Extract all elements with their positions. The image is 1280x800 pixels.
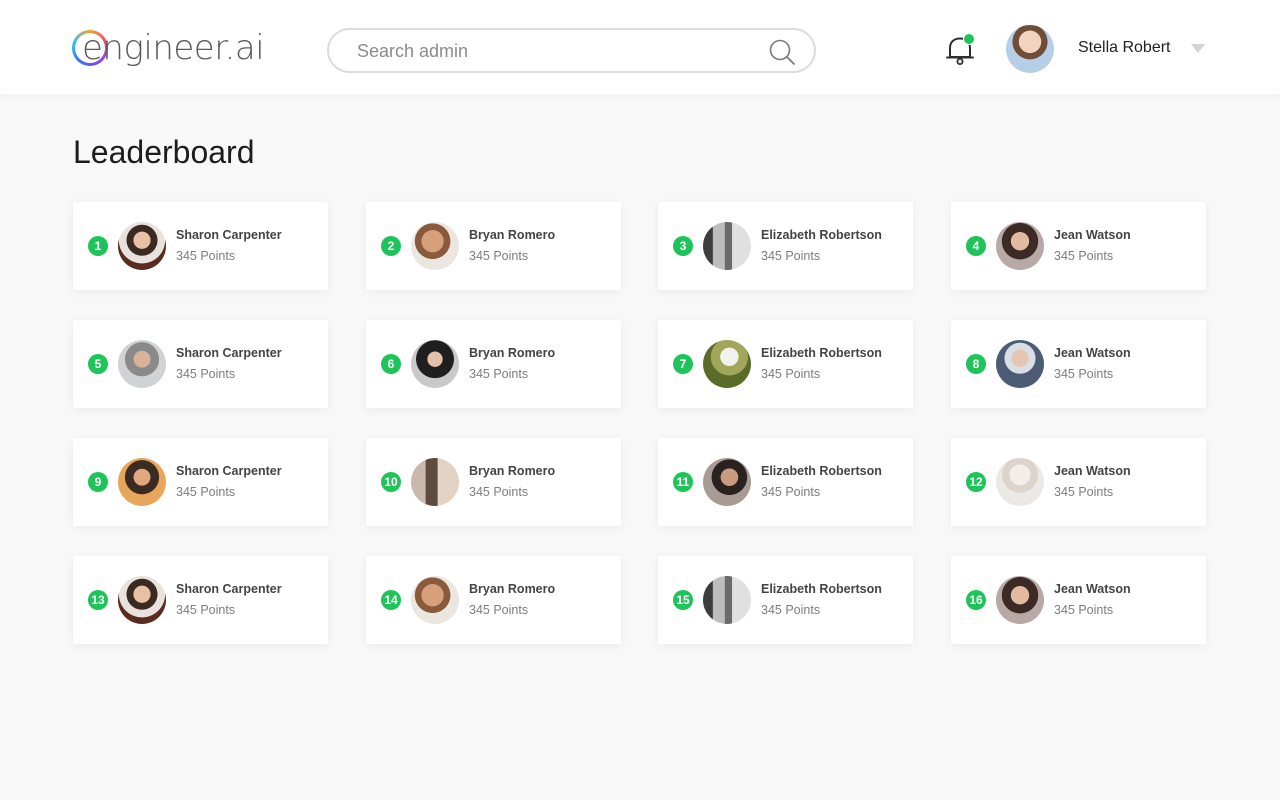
- avatar: [118, 222, 166, 270]
- avatar: [996, 458, 1044, 506]
- avatar: [411, 458, 459, 506]
- avatar: [996, 222, 1044, 270]
- search-icon[interactable]: [768, 38, 796, 66]
- member-points: 345 Points: [761, 485, 821, 499]
- member-name: Elizabeth Robertson: [761, 464, 882, 478]
- member-name: Sharon Carpenter: [176, 228, 282, 242]
- rank-badge: 16: [966, 590, 986, 610]
- avatar: [703, 576, 751, 624]
- search-input[interactable]: [357, 39, 757, 63]
- member-name: Jean Watson: [1054, 464, 1131, 478]
- rank-badge: 12: [966, 472, 986, 492]
- member-points: 345 Points: [469, 603, 529, 617]
- member-name: Sharon Carpenter: [176, 582, 282, 596]
- notification-button[interactable]: [944, 32, 976, 66]
- leaderboard-card[interactable]: 7 Elizabeth Robertson 345 Points: [658, 320, 913, 408]
- member-name: Jean Watson: [1054, 346, 1131, 360]
- leaderboard-card[interactable]: 11 Elizabeth Robertson 345 Points: [658, 438, 913, 526]
- leaderboard-card[interactable]: 3 Elizabeth Robertson 345 Points: [658, 202, 913, 290]
- member-name: Bryan Romero: [469, 582, 556, 596]
- member-name: Bryan Romero: [469, 228, 556, 242]
- member-points: 345 Points: [176, 249, 236, 263]
- avatar: [411, 576, 459, 624]
- user-avatar[interactable]: [1006, 25, 1054, 73]
- logo[interactable]: engineer.ai: [72, 26, 265, 70]
- member-points: 345 Points: [469, 367, 529, 381]
- member-points: 345 Points: [469, 249, 529, 263]
- rank-badge: 4: [966, 236, 986, 256]
- rank-badge: 2: [381, 236, 401, 256]
- rank-badge: 5: [88, 354, 108, 374]
- member-points: 345 Points: [469, 485, 529, 499]
- member-name: Jean Watson: [1054, 228, 1131, 242]
- member-name: Elizabeth Robertson: [761, 346, 882, 360]
- chevron-down-icon[interactable]: [1191, 44, 1205, 53]
- leaderboard-card[interactable]: 15 Elizabeth Robertson 345 Points: [658, 556, 913, 644]
- leaderboard-card[interactable]: 2 Bryan Romero 345 Points: [366, 202, 621, 290]
- member-points: 345 Points: [1054, 485, 1114, 499]
- member-points: 345 Points: [1054, 249, 1114, 263]
- member-points: 345 Points: [1054, 367, 1114, 381]
- member-name: Jean Watson: [1054, 582, 1131, 596]
- member-points: 345 Points: [1054, 603, 1114, 617]
- rank-badge: 7: [673, 354, 693, 374]
- leaderboard-card[interactable]: 6 Bryan Romero 345 Points: [366, 320, 621, 408]
- rank-badge: 10: [381, 472, 401, 492]
- rank-badge: 9: [88, 472, 108, 492]
- member-points: 345 Points: [761, 367, 821, 381]
- page-title: Leaderboard: [73, 134, 255, 170]
- leaderboard-card[interactable]: 10 Bryan Romero 345 Points: [366, 438, 621, 526]
- avatar: [411, 222, 459, 270]
- avatar: [118, 576, 166, 624]
- member-points: 345 Points: [176, 603, 236, 617]
- leaderboard-card[interactable]: 1 Sharon Carpenter 345 Points: [73, 202, 328, 290]
- member-name: Elizabeth Robertson: [761, 582, 882, 596]
- leaderboard-card[interactable]: 5 Sharon Carpenter 345 Points: [73, 320, 328, 408]
- avatar: [703, 458, 751, 506]
- member-name: Sharon Carpenter: [176, 464, 282, 478]
- rank-badge: 3: [673, 236, 693, 256]
- member-name: Sharon Carpenter: [176, 346, 282, 360]
- leaderboard-card[interactable]: 12 Jean Watson 345 Points: [951, 438, 1206, 526]
- user-name[interactable]: Stella Robert: [1078, 39, 1171, 57]
- rank-badge: 11: [673, 472, 693, 492]
- member-name: Bryan Romero: [469, 464, 556, 478]
- leaderboard-card[interactable]: 14 Bryan Romero 345 Points: [366, 556, 621, 644]
- top-bar: engineer.ai Stella Robert: [0, 0, 1280, 94]
- rank-badge: 8: [966, 354, 986, 374]
- rank-badge: 15: [673, 590, 693, 610]
- rank-badge: 6: [381, 354, 401, 374]
- logo-text: engineer.ai: [82, 28, 265, 68]
- member-name: Bryan Romero: [469, 346, 556, 360]
- rank-badge: 13: [88, 590, 108, 610]
- avatar: [118, 340, 166, 388]
- search-box: [327, 28, 816, 73]
- avatar: [411, 340, 459, 388]
- leaderboard-card[interactable]: 13 Sharon Carpenter 345 Points: [73, 556, 328, 644]
- leaderboard-card[interactable]: 4 Jean Watson 345 Points: [951, 202, 1206, 290]
- avatar: [996, 340, 1044, 388]
- avatar: [996, 576, 1044, 624]
- member-points: 345 Points: [761, 603, 821, 617]
- rank-badge: 1: [88, 236, 108, 256]
- rank-badge: 14: [381, 590, 401, 610]
- member-points: 345 Points: [176, 485, 236, 499]
- avatar: [703, 222, 751, 270]
- notification-badge: [963, 33, 975, 45]
- leaderboard-card[interactable]: 9 Sharon Carpenter 345 Points: [73, 438, 328, 526]
- member-points: 345 Points: [176, 367, 236, 381]
- member-points: 345 Points: [761, 249, 821, 263]
- avatar: [118, 458, 166, 506]
- avatar: [703, 340, 751, 388]
- leaderboard-card[interactable]: 8 Jean Watson 345 Points: [951, 320, 1206, 408]
- leaderboard-card[interactable]: 16 Jean Watson 345 Points: [951, 556, 1206, 644]
- member-name: Elizabeth Robertson: [761, 228, 882, 242]
